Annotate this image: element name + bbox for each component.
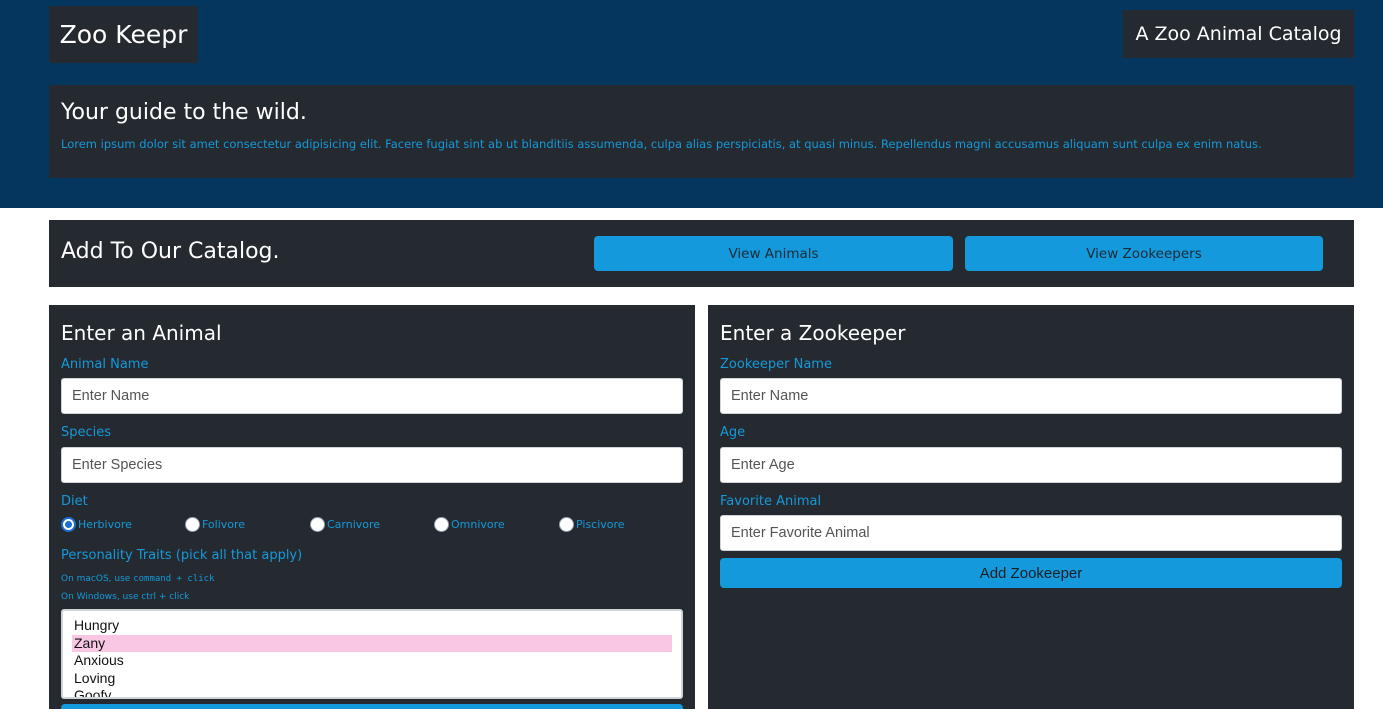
zookeeper-form: Enter a Zookeeper Zookeeper Name Age Fav…	[708, 305, 1354, 709]
brand-logo[interactable]: Zoo Keepr	[49, 6, 198, 63]
diet-option-label: Piscivore	[576, 517, 625, 531]
view-zookeepers-button[interactable]: View Zookeepers	[965, 236, 1323, 271]
diet-option-label: Herbivore	[78, 517, 132, 531]
hero-banner: Zoo Keepr A Zoo Animal Catalog Your guid…	[0, 0, 1383, 208]
radio-unchecked-icon[interactable]	[559, 516, 574, 532]
trait-option-zany[interactable]: Zany	[72, 634, 672, 652]
age-input[interactable]	[720, 447, 1342, 483]
guide-box: Your guide to the wild. Lorem ipsum dolo…	[49, 85, 1354, 178]
catalog-bar: Add To Our Catalog. View Animals View Zo…	[49, 220, 1354, 287]
species-input[interactable]	[61, 447, 683, 483]
guide-description: Lorem ipsum dolor sit amet consectetur a…	[61, 137, 1262, 151]
diet-option-folivore[interactable]: Folivore	[185, 515, 245, 533]
diet-option-herbivore[interactable]: Herbivore	[61, 515, 132, 533]
mac-hint-code: command + click	[133, 574, 215, 584]
trait-option-loving[interactable]: Loving	[72, 670, 672, 688]
diet-label: Diet	[61, 494, 88, 509]
zookeeper-name-label: Zookeeper Name	[720, 357, 832, 372]
view-animals-button[interactable]: View Animals	[594, 236, 953, 271]
species-label: Species	[61, 425, 112, 440]
add-animal-button[interactable]	[61, 704, 683, 709]
radio-unchecked-icon[interactable]	[310, 516, 325, 532]
zookeeper-form-title: Enter a Zookeeper	[720, 321, 906, 345]
animal-form: Enter an Animal Animal Name Species Diet…	[49, 305, 695, 709]
diet-option-label: Carnivore	[327, 517, 381, 531]
trait-option-hungry[interactable]: Hungry	[72, 617, 672, 635]
mac-hint-prefix: On macOS, use	[61, 574, 134, 584]
radio-checked-icon[interactable]	[61, 516, 76, 532]
diet-option-label: Omnivore	[451, 517, 505, 531]
guide-title: Your guide to the wild.	[61, 100, 307, 125]
zookeeper-name-input[interactable]	[720, 378, 1342, 414]
diet-radio-group: Herbivore Folivore Carnivore Omnivore Pi…	[61, 515, 683, 533]
site-tagline: A Zoo Animal Catalog	[1123, 10, 1354, 58]
trait-option-goofy[interactable]: Goofy	[72, 687, 672, 697]
diet-option-label: Folivore	[202, 517, 246, 531]
mac-hint: On macOS, use command + click	[61, 574, 214, 584]
diet-option-omnivore[interactable]: Omnivore	[434, 515, 505, 533]
age-label: Age	[720, 425, 746, 440]
diet-option-carnivore[interactable]: Carnivore	[310, 515, 380, 533]
favorite-animal-input[interactable]	[720, 515, 1342, 551]
radio-unchecked-icon[interactable]	[434, 516, 449, 532]
favorite-animal-label: Favorite Animal	[720, 494, 822, 509]
trait-option-anxious[interactable]: Anxious	[72, 652, 672, 670]
traits-multiselect[interactable]: Hungry Zany Anxious Loving Goofy	[61, 609, 683, 699]
animal-form-title: Enter an Animal	[61, 321, 222, 345]
radio-unchecked-icon[interactable]	[185, 516, 200, 532]
diet-option-piscivore[interactable]: Piscivore	[559, 515, 625, 533]
windows-hint: On Windows, use ctrl + click	[61, 592, 190, 602]
traits-label: Personality Traits (pick all that apply)	[61, 548, 303, 563]
catalog-title: Add To Our Catalog.	[61, 239, 280, 264]
add-zookeeper-button[interactable]: Add Zookeeper	[720, 558, 1342, 588]
animal-name-input[interactable]	[61, 378, 683, 414]
animal-name-label: Animal Name	[61, 357, 149, 372]
